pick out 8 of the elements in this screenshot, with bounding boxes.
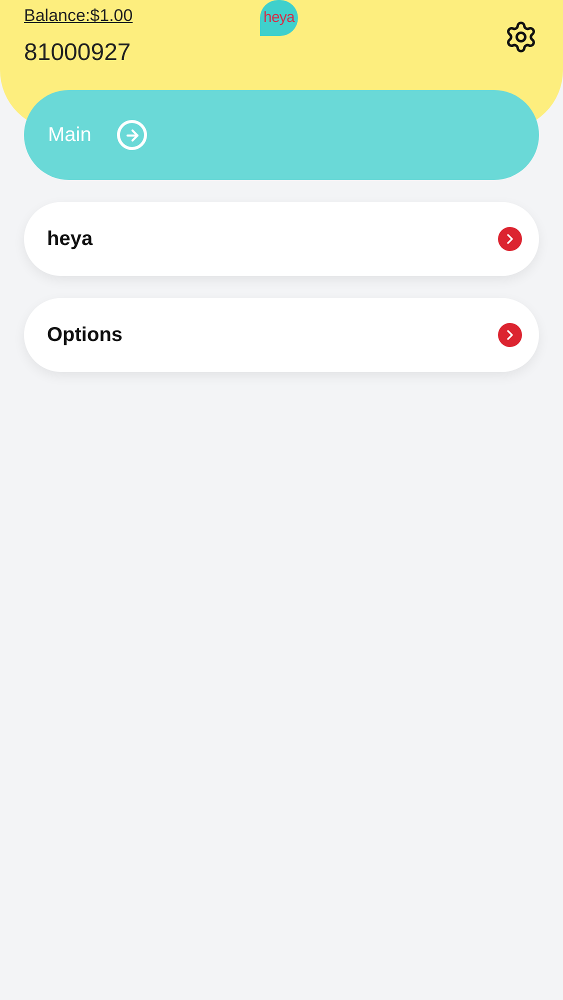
balance-link[interactable]: Balance:$1.00 [24, 3, 133, 28]
arrow-right-icon [117, 120, 148, 150]
logo: heya [260, 0, 298, 36]
chevron-right-icon [498, 323, 522, 347]
menu-item[interactable]: Options [24, 298, 539, 372]
chevron-right-icon [498, 227, 522, 251]
menu-item[interactable]: heya [24, 202, 539, 276]
account-number: 81000927 [24, 38, 131, 68]
